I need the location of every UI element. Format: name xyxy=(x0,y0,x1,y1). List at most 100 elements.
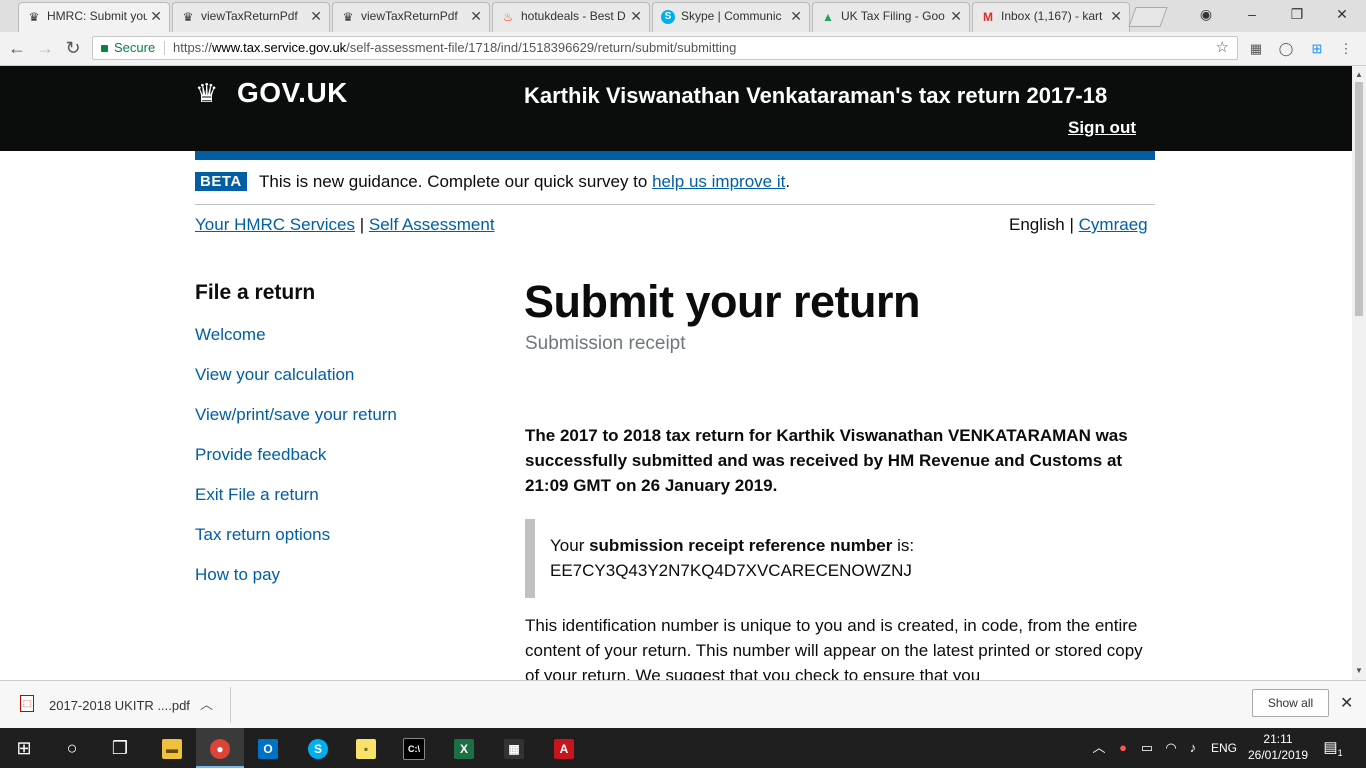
beta-tag: BETA xyxy=(195,172,247,191)
reload-icon[interactable]: ↻ xyxy=(62,37,84,59)
acrobat-icon[interactable]: A xyxy=(540,728,588,768)
sidebar-title: File a return xyxy=(195,281,316,304)
sidebar-link-exit-file-return[interactable]: Exit File a return xyxy=(195,485,319,505)
header-blue-bar xyxy=(195,151,1155,160)
close-tab-icon[interactable]: ✕ xyxy=(950,3,962,29)
back-icon[interactable]: ← xyxy=(6,37,28,59)
govuk-header: ♛ GOV.UK Karthik Viswanathan Venkatarama… xyxy=(0,66,1352,151)
outlook-icon[interactable]: O xyxy=(244,728,292,768)
crown-icon: ♛ xyxy=(195,78,219,108)
tab-hmrc-submit[interactable]: ♛ HMRC: Submit you ✕ xyxy=(18,2,170,32)
drive-icon: ▲ xyxy=(822,10,834,24)
page-title: Submit your return xyxy=(524,276,921,327)
skype-icon: S xyxy=(661,10,675,24)
beta-text: This is new guidance. Complete our quick… xyxy=(259,172,791,191)
command-prompt-icon[interactable]: C:\ xyxy=(390,728,438,768)
secure-indicator[interactable]: Secure xyxy=(101,37,155,59)
taskbar-clock[interactable]: 21:11 26/01/2019 xyxy=(1246,731,1310,763)
tab-view-tax-return-pdf-2[interactable]: ♛ viewTaxReturnPdf ✕ xyxy=(332,2,490,32)
volume-icon[interactable]: ♪ xyxy=(1184,728,1202,768)
windows-start-icon[interactable]: ⊞ xyxy=(0,728,48,768)
govuk-logo[interactable]: GOV.UK xyxy=(237,77,348,109)
restore-icon[interactable]: ❐ xyxy=(1285,4,1309,24)
reference-inset: Your submission receipt reference number… xyxy=(525,519,1145,598)
flame-icon: ♨ xyxy=(502,10,514,24)
wifi-icon[interactable]: ◠ xyxy=(1162,728,1180,768)
tab-strip: ♛ HMRC: Submit you ✕ ♛ viewTaxReturnPdf … xyxy=(0,0,1366,32)
language-indicator[interactable]: ENG xyxy=(1208,728,1240,768)
close-tab-icon[interactable]: ✕ xyxy=(1110,3,1122,29)
close-download-bar-icon[interactable]: ✕ xyxy=(1340,693,1353,713)
windows-extension-icon[interactable]: ⊞ xyxy=(1309,41,1325,57)
address-bar[interactable]: Secure https://www.tax.service.gov.uk/se… xyxy=(92,36,1238,60)
lock-icon xyxy=(101,45,108,52)
sidebar-link-how-to-pay[interactable]: How to pay xyxy=(195,565,280,585)
menu-icon[interactable]: ⋮ xyxy=(1338,41,1354,57)
pdf-file-icon: ⬚ xyxy=(20,695,34,712)
qr-extension-icon[interactable]: ▦ xyxy=(1248,41,1264,57)
page-subtitle: Submission receipt xyxy=(525,333,686,354)
close-tab-icon[interactable]: ✕ xyxy=(150,3,162,29)
close-window-icon[interactable]: ✕ xyxy=(1330,4,1354,24)
gmail-icon: M xyxy=(983,10,993,24)
scroll-up-icon[interactable]: ▲ xyxy=(1355,70,1363,79)
tab-view-tax-return-pdf-1[interactable]: ♛ viewTaxReturnPdf ✕ xyxy=(172,2,330,32)
survey-link[interactable]: help us improve it xyxy=(652,172,785,191)
close-tab-icon[interactable]: ✕ xyxy=(790,3,802,29)
tab-gmail-inbox[interactable]: M Inbox (1,167) - kart ✕ xyxy=(972,2,1130,32)
service-title[interactable]: Karthik Viswanathan Venkataraman's tax r… xyxy=(524,83,1107,109)
sidebar-link-welcome[interactable]: Welcome xyxy=(195,325,266,345)
action-center-icon[interactable]: ▤1 xyxy=(1320,728,1346,768)
breadcrumb: Your HMRC Services | Self Assessment xyxy=(195,215,495,234)
file-explorer-icon[interactable]: ▬ xyxy=(148,728,196,768)
tab-skype[interactable]: S Skype | Communic ✕ xyxy=(652,2,810,32)
close-tab-icon[interactable]: ✕ xyxy=(470,3,482,29)
chrome-taskbar-icon[interactable]: ● xyxy=(196,728,244,768)
extension-circle-icon[interactable]: ◯ xyxy=(1278,41,1294,57)
sticky-notes-icon[interactable]: ▪ xyxy=(342,728,390,768)
download-separator xyxy=(230,687,231,723)
sidebar-link-tax-return-options[interactable]: Tax return options xyxy=(195,525,330,545)
url-text[interactable]: https://www.tax.service.gov.uk/self-asse… xyxy=(173,37,736,59)
submission-summary: The 2017 to 2018 tax return for Karthik … xyxy=(525,426,1128,495)
bookmark-star-icon[interactable]: ☆ xyxy=(1216,37,1229,59)
tab-hotukdeals[interactable]: ♨ hotukdeals - Best D ✕ xyxy=(492,2,650,32)
crown-icon: ♛ xyxy=(342,10,354,24)
excel-icon[interactable]: X xyxy=(440,728,488,768)
new-tab-button[interactable] xyxy=(1128,7,1168,27)
close-tab-icon[interactable]: ✕ xyxy=(630,3,642,29)
language-cymraeg[interactable]: Cymraeg xyxy=(1079,215,1148,234)
chevron-up-icon[interactable]: ︿ xyxy=(200,694,213,713)
forward-icon[interactable]: → xyxy=(34,37,56,59)
task-view-icon[interactable]: ❒ xyxy=(96,728,144,768)
reference-number: EE7CY3Q43Y2N7KQ4D7XVCARECENOWZNJ xyxy=(550,561,912,580)
windows-taskbar: ⊞ ○ ❒ ▬ ● O S ▪ C:\ X ▦ A ︿ ● ▭ ◠ ♪ ENG … xyxy=(0,728,1366,768)
tray-chevron-up-icon[interactable]: ︿ xyxy=(1090,728,1108,768)
crown-icon: ♛ xyxy=(182,10,194,24)
browser-toolbar: ← → ↻ Secure https://www.tax.service.gov… xyxy=(0,32,1366,66)
sidebar-link-provide-feedback[interactable]: Provide feedback xyxy=(195,445,326,465)
skype-taskbar-icon[interactable]: S xyxy=(294,728,342,768)
battery-icon[interactable]: ▭ xyxy=(1138,728,1156,768)
scroll-down-icon[interactable]: ▼ xyxy=(1355,666,1363,675)
show-all-button[interactable]: Show all xyxy=(1252,689,1329,717)
address-separator xyxy=(164,41,165,55)
sidebar-link-view-print-save[interactable]: View/print/save your return xyxy=(195,405,397,425)
breadcrumb-hmrc-services[interactable]: Your HMRC Services xyxy=(195,215,355,234)
minimize-icon[interactable]: – xyxy=(1240,4,1264,24)
vertical-scrollbar[interactable]: ▲ ▼ xyxy=(1352,66,1366,680)
scrollbar-thumb[interactable] xyxy=(1355,82,1363,316)
sign-out-link[interactable]: Sign out xyxy=(1068,118,1136,138)
crown-icon: ♛ xyxy=(28,10,40,24)
search-circle-icon[interactable]: ○ xyxy=(48,728,96,768)
sidebar-link-view-calculation[interactable]: View your calculation xyxy=(195,365,354,385)
beta-banner: BETA This is new guidance. Complete our … xyxy=(195,170,1155,205)
language-english: English xyxy=(1009,215,1065,234)
download-file-name[interactable]: 2017-2018 UKITR ....pdf xyxy=(49,698,190,713)
breadcrumb-self-assessment[interactable]: Self Assessment xyxy=(369,215,495,234)
calculator-icon[interactable]: ▦ xyxy=(490,728,538,768)
tray-warning-icon[interactable]: ● xyxy=(1114,728,1132,768)
tab-uk-tax-filing[interactable]: ▲ UK Tax Filing - Goo ✕ xyxy=(812,2,970,32)
close-tab-icon[interactable]: ✕ xyxy=(310,3,322,29)
profile-icon[interactable]: ◉ xyxy=(1194,4,1218,24)
